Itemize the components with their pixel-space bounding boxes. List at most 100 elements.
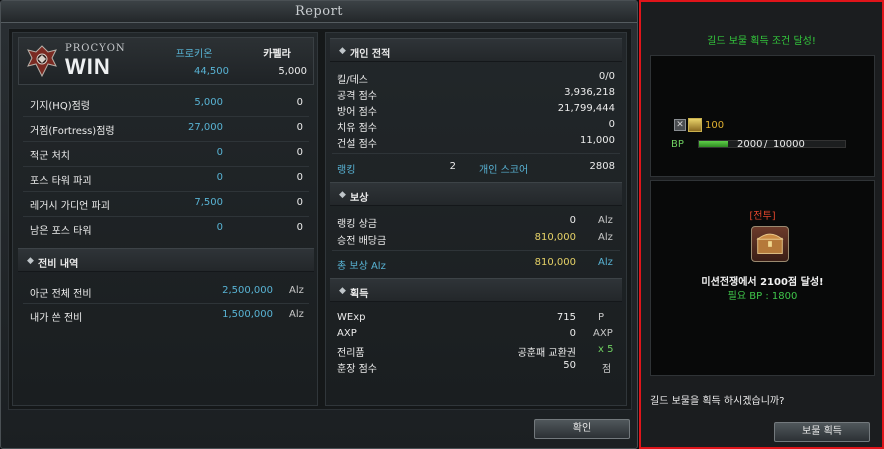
- record-value: 21,799,444: [557, 103, 615, 114]
- result-banner: PROCYON WIN 프로키온 카펠라 44,500 5,000: [18, 37, 314, 85]
- acquired-value: 0: [569, 328, 576, 339]
- guild-mission-box: [전투] 미션전쟁에서 2100점 달성! 필요 BP : 1800: [650, 180, 875, 376]
- score-label: 개인 스코어: [479, 165, 529, 176]
- row-label: 내가 쓴 전비: [30, 313, 83, 324]
- faction-a-total: 44,500: [194, 66, 229, 77]
- bp-max: 10000: [773, 139, 805, 150]
- acquire-treasure-button[interactable]: 보물 획득: [774, 422, 870, 442]
- divider: [332, 250, 620, 251]
- row-value-a: 0: [216, 147, 223, 158]
- record-label: 건설 점수: [337, 139, 377, 150]
- row-value-a: 7,500: [194, 197, 223, 208]
- divider: [332, 153, 620, 154]
- acquired-header: ◆ 획득: [330, 278, 622, 302]
- record-label: 킬/데스: [337, 75, 368, 86]
- rank-value: 2: [449, 161, 456, 172]
- report-window: Report PROCYON WIN 프로키온 카펠라 44,500 5,000…: [0, 0, 638, 449]
- row-value-a: 0: [216, 222, 223, 233]
- reward-unit: Alz: [598, 215, 613, 226]
- row-label: 아군 전체 전비: [30, 289, 92, 300]
- treasure-count: 100: [705, 120, 725, 131]
- row-label: 남은 포스 타워: [30, 226, 92, 237]
- guild-treasure-title: 길드 보물 획득 조건 달성!: [707, 36, 816, 47]
- record-value: 0/0: [598, 71, 615, 82]
- divider: [23, 191, 309, 192]
- mission-text: 미션전쟁에서 2100점 달성!: [701, 277, 824, 288]
- required-bp-text: 필요 BP : 1800: [727, 291, 798, 302]
- report-content: PROCYON WIN 프로키온 카펠라 44,500 5,000 기지(HQ)…: [8, 28, 632, 410]
- report-title: Report: [1, 1, 637, 23]
- total-reward-label: 총 보상 Alz: [337, 261, 386, 272]
- section-title: 개인 전적: [350, 49, 391, 60]
- row-label: 적군 처치: [30, 151, 70, 162]
- bp-current: 2000: [737, 139, 763, 150]
- treasure-count-icon: [688, 118, 702, 132]
- acquired-unit: 점: [602, 364, 612, 375]
- personal-record-header: ◆ 개인 전적: [330, 38, 622, 62]
- row-value-a: 5,000: [194, 97, 223, 108]
- divider: [23, 141, 309, 142]
- record-label: 방어 점수: [337, 107, 377, 118]
- divider: [23, 116, 309, 117]
- row-value-b: 0: [296, 197, 303, 208]
- reward-unit: Alz: [598, 232, 613, 243]
- section-title: 획득: [350, 289, 369, 300]
- bp-progress-bar: [698, 140, 846, 148]
- acquired-label: AXP: [337, 328, 357, 339]
- row-value-b: 0: [296, 122, 303, 133]
- record-value: 3,936,218: [564, 87, 615, 98]
- acquired-value: 50: [563, 360, 576, 371]
- row-label: 기지(HQ)점령: [30, 101, 90, 112]
- row-value: 1,500,000: [222, 309, 273, 320]
- score-value: 2808: [589, 161, 615, 172]
- reward-label: 승전 배당금: [337, 236, 387, 247]
- row-value-b: 0: [296, 97, 303, 108]
- reward-header: ◆ 보상: [330, 182, 622, 206]
- procyon-logo-text: PROCYON: [65, 43, 126, 54]
- row-value-a: 27,000: [188, 122, 223, 133]
- row-value-b: 0: [296, 147, 303, 158]
- row-unit: Alz: [289, 309, 304, 320]
- acquired-unit: AXP: [593, 328, 613, 339]
- row-label: 포스 타워 파괴: [30, 176, 92, 187]
- faction-score-panel: PROCYON WIN 프로키온 카펠라 44,500 5,000 기지(HQ)…: [12, 32, 318, 406]
- acquire-question: 길드 보물을 획득 하시겠습니까?: [650, 396, 785, 407]
- bp-separator: /: [764, 139, 768, 150]
- acquired-label: WExp: [337, 312, 366, 323]
- row-unit: Alz: [289, 285, 304, 296]
- acquired-value: 공훈패 교환권: [517, 348, 576, 359]
- procyon-crest-icon: [27, 45, 57, 78]
- row-value-b: 0: [296, 172, 303, 183]
- record-label: 공격 점수: [337, 91, 377, 102]
- acquired-unit: P: [598, 312, 605, 323]
- personal-record-panel: ◆ 개인 전적 킬/데스 0/0 공격 점수 3,936,218 방어 점수 2…: [325, 32, 627, 406]
- reward-value: 0: [569, 215, 576, 226]
- divider: [23, 216, 309, 217]
- war-cost-header: ◆ 전비 내역: [18, 248, 314, 272]
- close-icon[interactable]: ✕: [674, 119, 686, 131]
- record-value: 0: [608, 119, 615, 130]
- record-value: 11,000: [580, 135, 615, 146]
- faction-b-total: 5,000: [278, 66, 307, 77]
- row-value: 2,500,000: [222, 285, 273, 296]
- guild-treasure-panel: 길드 보물 획득 조건 달성! ✕ 100 BP 2000 / 10000 [전…: [639, 0, 884, 449]
- confirm-button[interactable]: 확인: [534, 419, 630, 439]
- rank-label: 랭킹: [337, 165, 356, 176]
- divider: [23, 303, 309, 304]
- total-reward-value: 810,000: [534, 257, 576, 268]
- guild-bp-box: ✕ 100 BP 2000 / 10000: [650, 55, 875, 177]
- acquired-unit: x 5: [598, 344, 614, 355]
- record-label: 치유 점수: [337, 123, 377, 134]
- bp-progress-fill: [699, 141, 729, 147]
- row-value-a: 0: [216, 172, 223, 183]
- acquired-label: 전리품: [337, 348, 365, 359]
- divider: [23, 166, 309, 167]
- acquired-value: 715: [556, 312, 576, 323]
- section-title: 보상: [350, 193, 369, 204]
- acquired-label: 훈장 점수: [337, 364, 377, 375]
- row-label: 거점(Fortress)점령: [30, 126, 115, 137]
- win-text: WIN: [65, 54, 111, 79]
- section-title: 전비 내역: [38, 259, 79, 270]
- faction-a-name: 프로키온: [175, 49, 213, 60]
- total-reward-unit: Alz: [598, 257, 613, 268]
